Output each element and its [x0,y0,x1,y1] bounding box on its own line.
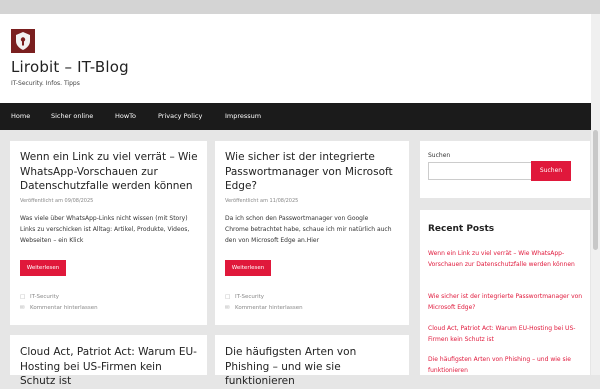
post-title[interactable]: Wenn ein Link zu viel verrät – Wie Whats… [20,150,200,194]
recent-posts-widget: Recent Posts Wenn ein Link zu viel verrä… [420,210,590,375]
post-date: Veröffentlicht am 09/08/2025 [20,198,94,204]
comment-link[interactable]: Kommentar hinterlassen [235,305,303,311]
post-title[interactable]: Cloud Act, Patriot Act: Warum EU-Hosting… [20,345,200,389]
folder-icon: □ [20,294,26,300]
site-title[interactable]: Lirobit – IT-Blog [11,58,129,76]
post-excerpt: Da ich schon den Passwortmanager von Goo… [225,215,392,244]
nav-item-home[interactable]: Home [11,103,30,130]
recent-posts-title: Recent Posts [428,224,495,234]
scrollbar-thumb[interactable] [593,130,598,250]
recent-post-link[interactable]: Cloud Act, Patriot Act: Warum EU-Hosting… [428,323,593,345]
search-input[interactable] [428,162,532,180]
nav-item-impressum[interactable]: Impressum [225,103,261,130]
site-header: Lirobit – IT-Blog IT-Security. Infos. Ti… [0,14,600,103]
site-description: IT-Security. Infos. Tipps [11,80,80,87]
site-logo[interactable] [11,29,35,53]
search-widget: Suchen Suchen [420,141,590,198]
nav-item-privacy-policy[interactable]: Privacy Policy [158,103,202,130]
nav-item-sicher-online[interactable]: Sicher online [51,103,93,130]
post-comment: ✉ Kommentar hinterlassen [20,305,98,311]
category-link[interactable]: IT-Security [30,294,59,300]
search-button[interactable]: Suchen [531,161,571,181]
post-title[interactable]: Die häufigsten Arten von Phishing – und … [225,345,400,389]
keyhole-shield-icon [11,29,35,53]
search-label: Suchen [428,152,451,159]
comment-icon: ✉ [225,305,230,311]
browser-top-bar [0,0,600,14]
post-card: Wenn ein Link zu viel verrät – Wie Whats… [10,141,207,325]
post-card: Wie sicher ist der integrierte Passwortm… [215,141,409,325]
comment-link[interactable]: Kommentar hinterlassen [30,305,98,311]
post-card: Die häufigsten Arten von Phishing – und … [215,335,409,387]
folder-icon: □ [225,294,231,300]
main-navigation: Home Sicher online HowTo Privacy Policy … [0,103,600,130]
nav-item-howto[interactable]: HowTo [115,103,136,130]
comment-icon: ✉ [20,305,25,311]
post-excerpt: Was viele über WhatsApp-Links nicht wiss… [20,215,190,244]
recent-post-link[interactable]: Wie sicher ist der integrierte Passwortm… [428,291,593,313]
post-category: □ IT-Security [20,294,59,300]
post-date: Veröffentlicht am 11/08/2025 [225,198,299,204]
recent-post-link[interactable]: Die häufigsten Arten von Phishing – und … [428,354,593,376]
category-link[interactable]: IT-Security [235,294,264,300]
read-more-button[interactable]: Weiterlesen [20,260,66,276]
post-card: Cloud Act, Patriot Act: Warum EU-Hosting… [10,335,207,387]
read-more-button[interactable]: Weiterlesen [225,260,271,276]
post-comment: ✉ Kommentar hinterlassen [225,305,303,311]
recent-post-link[interactable]: Wenn ein Link zu viel verrät – Wie Whats… [428,248,593,270]
post-category: □ IT-Security [225,294,264,300]
post-title[interactable]: Wie sicher ist der integrierte Passwortm… [225,150,400,194]
